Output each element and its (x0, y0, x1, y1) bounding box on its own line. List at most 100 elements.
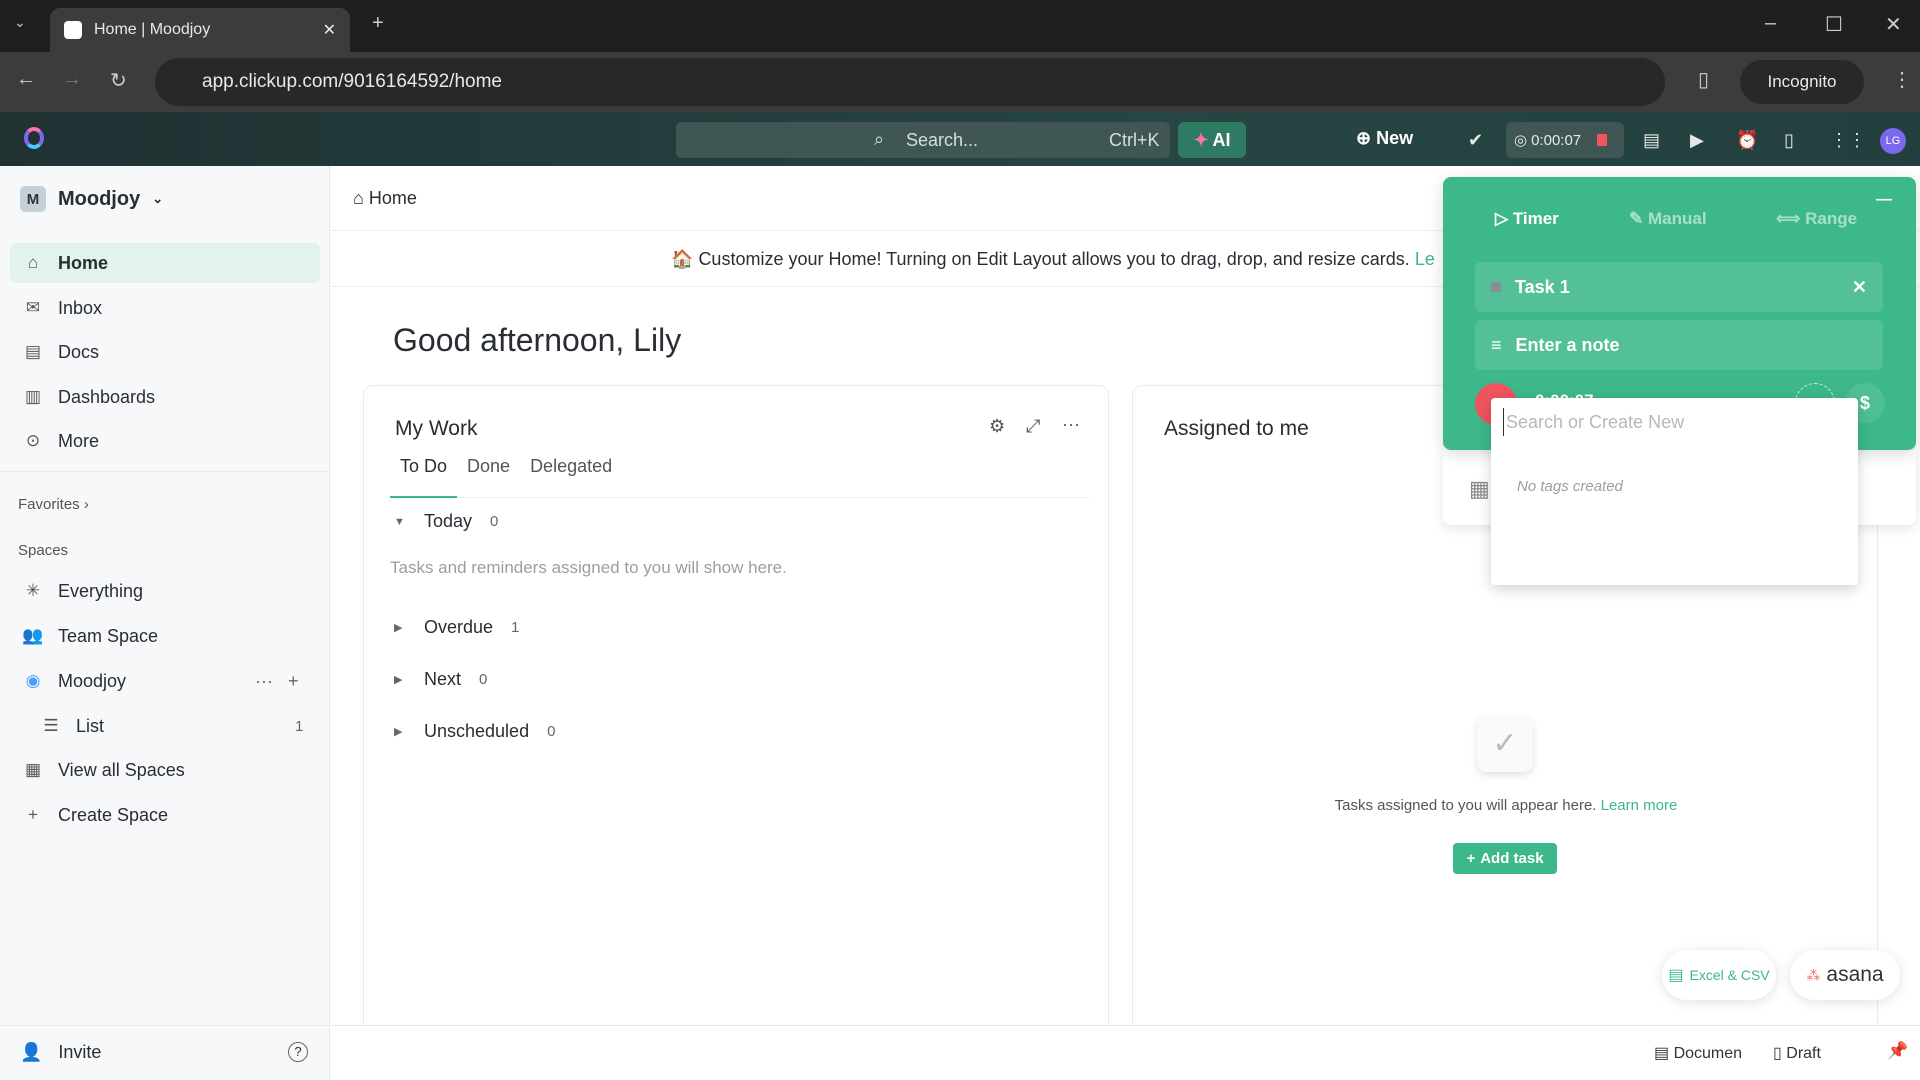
sidebar-item-dashboards[interactable]: ▥ Dashboards (10, 377, 320, 417)
learn-more-link[interactable]: Learn more (1601, 797, 1678, 814)
minimize-icon[interactable]: — (1876, 191, 1892, 209)
invite-label: Invite (58, 1042, 102, 1062)
inbox-icon: ✉ (25, 298, 41, 317)
notepad-icon[interactable]: ▤ (1643, 130, 1660, 151)
tab-timer[interactable]: ▷ Timer (1495, 209, 1559, 229)
ai-button[interactable]: ✦ AI (1178, 122, 1246, 158)
sidebar-item-home[interactable]: ⌂ Home (10, 243, 320, 283)
section-today[interactable]: ▼ Today 0 (394, 511, 498, 532)
apps-grid-icon[interactable]: ⋮⋮ (1830, 130, 1866, 151)
document-icon[interactable]: ▯ (1784, 130, 1794, 151)
tab-label: Manual (1647, 209, 1707, 228)
grid-icon[interactable]: ▦ (1469, 476, 1490, 502)
sidebar-item-more[interactable]: ⊙ More (10, 421, 320, 461)
banner-link[interactable]: Le (1415, 249, 1435, 269)
help-icon[interactable]: ? (288, 1042, 308, 1062)
section-unscheduled[interactable]: ▶ Unscheduled 0 (394, 721, 555, 742)
search-bar[interactable]: ⌕ Search... Ctrl+K (676, 122, 1170, 158)
pin-icon[interactable]: 📌 (1887, 1041, 1908, 1061)
sidebar-item-team-space[interactable]: 👥 Team Space (10, 616, 320, 656)
clickup-favicon-icon (64, 21, 82, 39)
tab-to-do[interactable]: To Do (390, 456, 458, 498)
gear-icon[interactable]: ⚙ (989, 416, 1005, 437)
invite-button[interactable]: 👤 Invite (20, 1042, 101, 1063)
workspace-switcher[interactable]: M Moodjoy ⌄ (20, 186, 163, 212)
search-shortcut: Ctrl+K (1109, 130, 1160, 150)
close-window-icon[interactable]: ✕ (1885, 12, 1902, 37)
customize-banner: 🏠 Customize your Home! Turning on Edit L… (671, 249, 1435, 270)
side-panel-icon[interactable]: ▯ (1698, 67, 1709, 92)
alarm-icon[interactable]: ⏰ (1736, 130, 1758, 151)
minimize-icon[interactable]: – (1765, 12, 1776, 35)
stop-icon[interactable] (1597, 134, 1608, 146)
close-tab-icon[interactable]: ✕ (323, 20, 336, 40)
close-icon[interactable]: ✕ (1852, 277, 1867, 298)
tab-range[interactable]: ⟺ Range (1776, 209, 1857, 229)
list-count: 1 (295, 717, 304, 735)
avatar[interactable]: LG (1880, 128, 1906, 154)
favorites-header[interactable]: Favorites › (18, 496, 89, 513)
url-field[interactable]: app.clickup.com/9016164592/home (155, 58, 1665, 106)
breadcrumb-home: Home (368, 188, 417, 208)
section-overdue[interactable]: ▶ Overdue 1 (394, 617, 519, 638)
empty-text: Tasks and reminders assigned to you will… (390, 558, 787, 577)
sidebar-item-view-all-spaces[interactable]: ▦ View all Spaces (10, 750, 320, 790)
more-options-icon[interactable]: ··· (1062, 414, 1080, 435)
forward-icon[interactable]: → (62, 68, 82, 91)
browser-tab[interactable]: Home | Moodjoy ✕ (50, 8, 350, 52)
workspace-avatar: M (20, 186, 46, 212)
range-icon: ⟺ (1776, 209, 1801, 228)
browser-tab-bar: ⌄ Home | Moodjoy ✕ + – ☐ ✕ (0, 0, 1920, 52)
sidebar-item-list[interactable]: ☰ List 1 (10, 706, 320, 746)
maximize-icon[interactable]: ☐ (1825, 12, 1843, 37)
section-count: 0 (479, 671, 488, 688)
favorites-label: Favorites (18, 496, 80, 513)
sidebar-item-moodjoy[interactable]: ◉ Moodjoy ··· + (10, 661, 320, 701)
my-work-card: My Work ⚙ ⤢ ··· To Do Done Delegated ▼ To… (363, 385, 1109, 1045)
new-button[interactable]: ⊕ New (1356, 128, 1413, 149)
incognito-badge[interactable]: Incognito (1740, 60, 1864, 104)
check-circle-icon[interactable]: ✔ (1468, 130, 1483, 151)
add-task-button[interactable]: + Add task (1453, 843, 1557, 874)
clickup-logo-icon[interactable] (24, 127, 44, 149)
tag-search-input[interactable]: Search or Create New (1503, 408, 1843, 436)
expand-icon[interactable]: ⤢ (1026, 416, 1040, 437)
empty-text: Tasks assigned to you will appear here. (1334, 797, 1597, 814)
task-field[interactable]: Task 1 ✕ (1475, 262, 1883, 312)
tab-manual[interactable]: ✎ Manual (1629, 209, 1707, 229)
back-icon[interactable]: ← (16, 68, 36, 91)
tab-list-icon[interactable]: ⌄ (14, 14, 26, 31)
sidebar-item-everything[interactable]: ✳ Everything (10, 571, 320, 611)
more-options-icon[interactable]: ··· (255, 671, 273, 692)
browser-menu-icon[interactable]: ⋮ (1892, 67, 1912, 92)
no-tags-text: No tags created (1517, 478, 1623, 495)
import-asana-button[interactable]: ⁂ asana (1790, 950, 1900, 1000)
breadcrumb[interactable]: ⌂ Home (353, 188, 417, 209)
tab-delegated[interactable]: Delegated (520, 456, 622, 497)
reload-icon[interactable]: ↻ (110, 68, 127, 93)
search-placeholder: Search... (906, 130, 979, 150)
edit-icon: ✎ (1629, 209, 1644, 228)
draft-tray-item[interactable]: ▯ Draft (1773, 1043, 1821, 1063)
list-icon: ☰ (43, 716, 59, 735)
note-field[interactable]: ≡ Enter a note (1475, 320, 1883, 370)
spreadsheet-icon: ▤ (1668, 967, 1684, 984)
add-icon[interactable]: + (288, 671, 299, 692)
spaces-header: Spaces (18, 542, 68, 559)
new-tab-icon[interactable]: + (372, 12, 384, 35)
header-timer[interactable]: ◎ 0:00:07 (1506, 122, 1624, 158)
section-label: Unscheduled (424, 721, 530, 741)
caret-right-icon: ▶ (394, 726, 403, 738)
sidebar-item-inbox[interactable]: ✉ Inbox (10, 288, 320, 328)
document-tray-item[interactable]: ▤ Documen (1654, 1043, 1742, 1063)
import-excel-csv-button[interactable]: ▤ Excel & CSV (1662, 950, 1776, 1000)
tab-done[interactable]: Done (457, 456, 520, 497)
video-icon[interactable]: ▶ (1690, 130, 1704, 151)
sidebar-item-create-space[interactable]: + Create Space (10, 795, 320, 835)
document-icon: ▤ (1654, 1045, 1670, 1062)
sidebar-item-docs[interactable]: ▤ Docs (10, 332, 320, 372)
home-icon: ⌂ (27, 253, 39, 272)
section-next[interactable]: ▶ Next 0 (394, 669, 487, 690)
user-add-icon: 👤 (20, 1042, 43, 1062)
workspace-name: Moodjoy (58, 187, 141, 210)
